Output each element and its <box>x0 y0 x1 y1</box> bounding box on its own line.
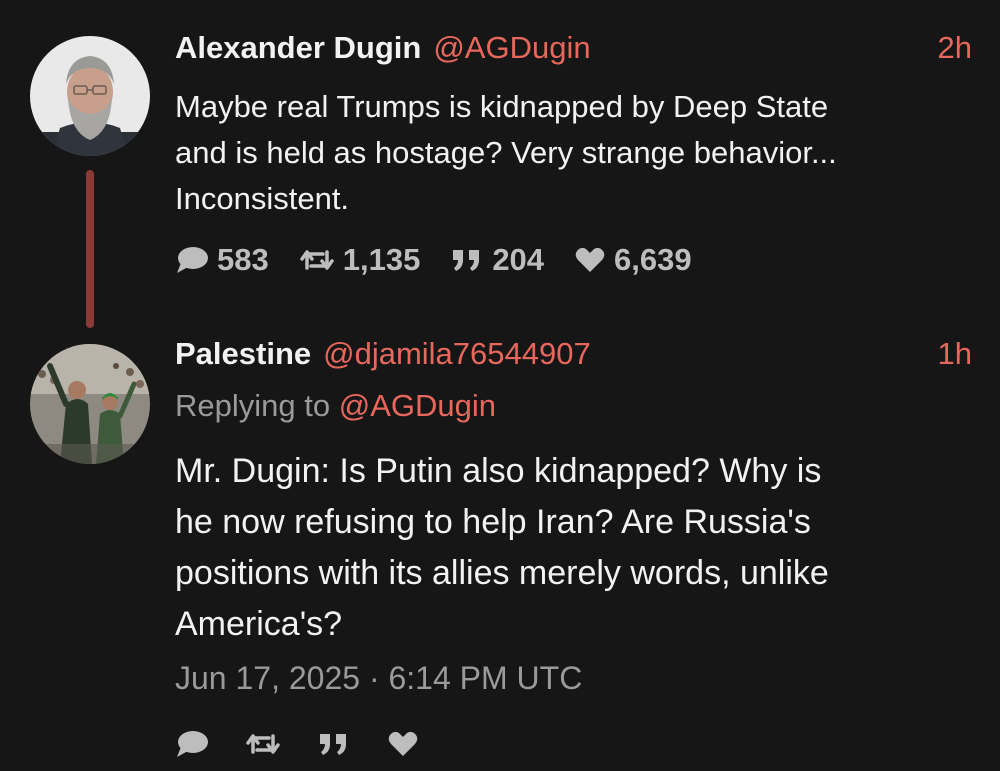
reply-text: Mr. Dugin: Is Putin also kidnapped? Why … <box>175 452 829 643</box>
crowd-photo-avatar-icon <box>30 344 150 464</box>
retweet-button[interactable] <box>245 730 281 758</box>
author-name[interactable]: Alexander Dugin <box>175 30 421 66</box>
heart-icon <box>575 247 605 272</box>
reply-icon <box>177 247 208 273</box>
retweet-count: 1,135 <box>342 242 421 277</box>
retweet-icon <box>246 734 280 754</box>
like-button[interactable] <box>387 730 419 758</box>
reply-actions <box>175 726 455 762</box>
reply-timestamp[interactable]: Jun 17, 2025 · 6:14 PM UTC <box>175 660 582 697</box>
tweet-time[interactable]: 2h <box>938 30 972 66</box>
quote-stat[interactable]: 204 <box>450 242 544 278</box>
quote-icon <box>453 250 480 271</box>
reply-author-name[interactable]: Palestine <box>175 336 311 372</box>
like-stat[interactable]: 6,639 <box>574 242 692 278</box>
retweet-stat[interactable]: 1,135 <box>299 242 421 278</box>
author-avatar[interactable] <box>30 36 150 156</box>
reply-author-avatar[interactable] <box>30 344 150 464</box>
heart-icon <box>388 731 418 756</box>
replying-to-label: Replying to <box>175 388 331 423</box>
original-tweet[interactable]: Alexander Dugin @AGDugin 2h Maybe real T… <box>0 0 1000 330</box>
author-handle[interactable]: @AGDugin <box>433 30 590 66</box>
reply-tweet[interactable]: Palestine @djamila76544907 1h Replying t… <box>0 330 1000 771</box>
replying-to-line: Replying to @AGDugin <box>175 388 496 424</box>
reply-header: Palestine @djamila76544907 1h <box>175 336 972 380</box>
reply-button[interactable] <box>175 729 209 759</box>
tweet-text: Maybe real Trumps is kidnapped by Deep S… <box>175 89 837 216</box>
quote-button[interactable] <box>317 730 351 758</box>
quote-count: 204 <box>492 242 545 277</box>
tweet-stats: 583 1,135 204 6,639 <box>175 240 722 280</box>
reply-icon <box>177 731 208 757</box>
like-count: 6,639 <box>614 242 692 277</box>
reply-stat[interactable]: 583 <box>175 242 269 278</box>
thread-connector-line <box>86 170 94 328</box>
tweet-header: Alexander Dugin @AGDugin 2h <box>175 30 972 74</box>
reply-count: 583 <box>217 242 269 277</box>
bearded-man-avatar-icon <box>30 36 150 156</box>
reply-time[interactable]: 1h <box>938 336 972 372</box>
replying-to-handle[interactable]: @AGDugin <box>339 388 496 423</box>
quote-icon <box>320 734 346 755</box>
retweet-icon <box>299 250 334 270</box>
reply-author-handle[interactable]: @djamila76544907 <box>323 336 591 372</box>
